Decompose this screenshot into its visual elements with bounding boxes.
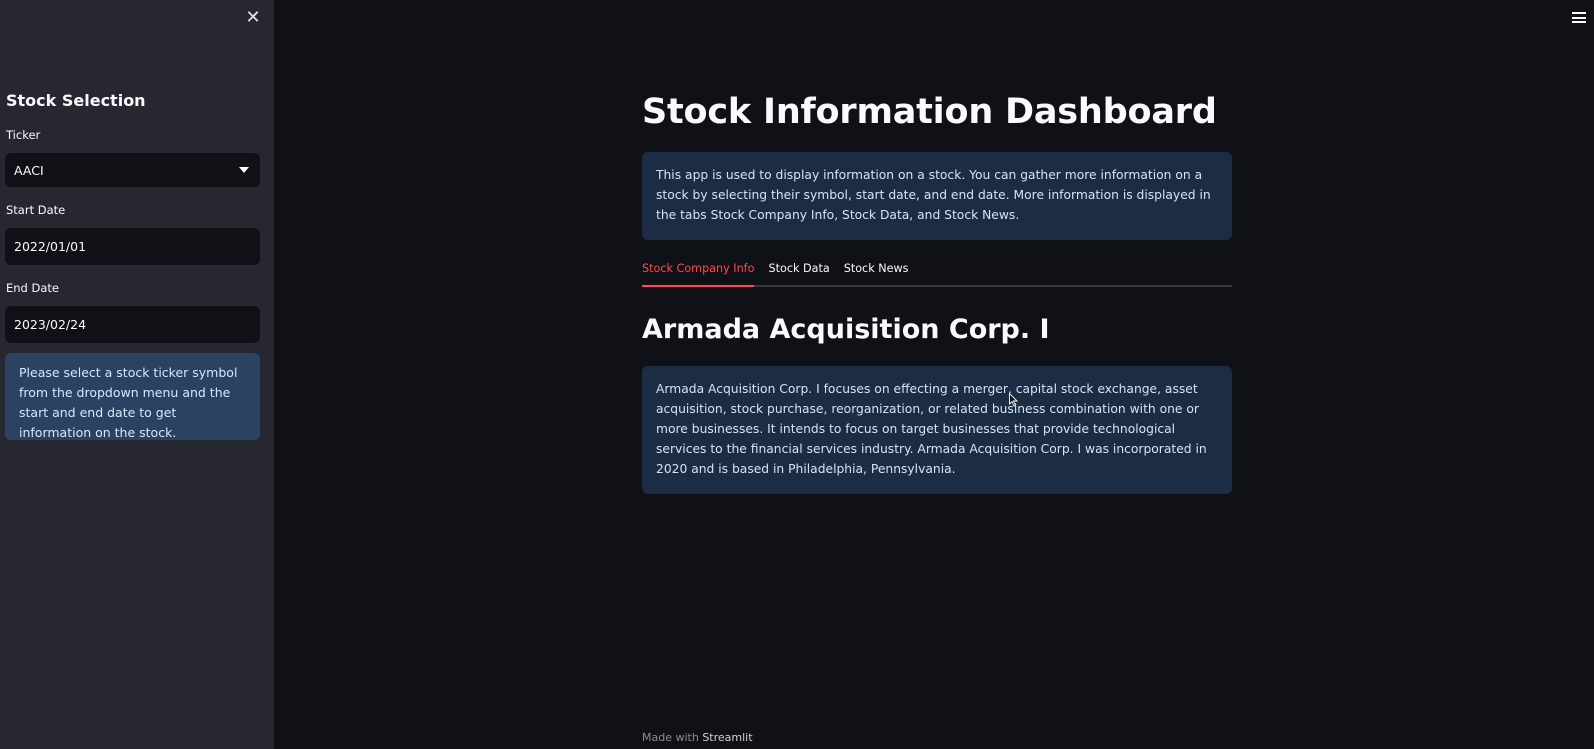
mouse-cursor-icon: [1009, 393, 1019, 407]
ticker-label: Ticker: [6, 128, 41, 142]
chevron-down-icon: [239, 167, 249, 173]
ticker-select-value: AACI: [14, 162, 44, 178]
intro-info-box: This app is used to display information …: [642, 152, 1232, 240]
sidebar-info-message: Please select a stock ticker symbol from…: [5, 353, 260, 440]
close-sidebar-button[interactable]: ✕: [244, 9, 262, 27]
end-date-label: End Date: [6, 281, 59, 295]
ticker-select[interactable]: AACI: [5, 153, 260, 187]
streamlit-link[interactable]: Streamlit: [702, 731, 752, 744]
tab-bar: Stock Company Info Stock Data Stock News: [642, 258, 1232, 287]
end-date-value: 2023/02/24: [14, 317, 87, 332]
sidebar-title: Stock Selection: [6, 91, 146, 110]
sidebar: ✕ Stock Selection Ticker AACI Start Date…: [0, 0, 274, 749]
footer: Made with Streamlit: [642, 731, 753, 744]
start-date-label: Start Date: [6, 203, 66, 217]
hamburger-menu-icon[interactable]: [1572, 12, 1586, 24]
close-icon: ✕: [245, 7, 261, 28]
company-name-heading: Armada Acquisition Corp. I: [642, 314, 1050, 345]
footer-prefix: Made with: [642, 731, 699, 744]
start-date-input[interactable]: 2022/01/01: [5, 228, 260, 265]
page-title: Stock Information Dashboard: [642, 92, 1217, 132]
end-date-input[interactable]: 2023/02/24: [5, 306, 260, 343]
tab-stock-company-info[interactable]: Stock Company Info: [642, 258, 755, 287]
tab-stock-data[interactable]: Stock Data: [768, 258, 829, 287]
tab-stock-news[interactable]: Stock News: [844, 258, 909, 287]
company-description-box: Armada Acquisition Corp. I focuses on ef…: [642, 366, 1232, 494]
start-date-value: 2022/01/01: [14, 239, 87, 254]
